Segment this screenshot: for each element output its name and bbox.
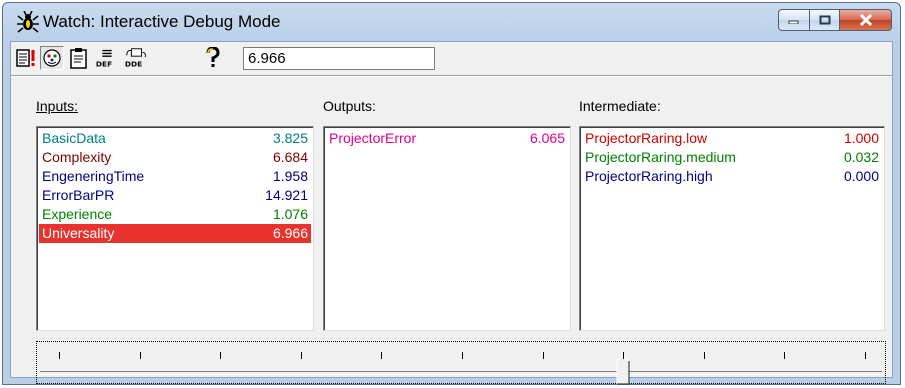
variable-value: 0.000	[843, 168, 879, 184]
variable-value: 0.032	[843, 149, 879, 165]
variable-value: 6.966	[272, 225, 308, 241]
variable-name: Complexity	[42, 149, 112, 165]
outputs-list[interactable]: ProjectorError 6.065	[323, 126, 571, 331]
maximize-button[interactable]	[810, 9, 840, 31]
list-item[interactable]: EngeneringTime 1.958	[39, 167, 311, 186]
intermediate-label: Intermediate:	[579, 98, 661, 114]
face-button[interactable]	[40, 46, 64, 70]
help-icon	[206, 47, 220, 67]
variable-name: ProjectorRaring.medium	[585, 149, 736, 165]
watch-list-button[interactable]	[15, 46, 39, 70]
clipboard-icon	[70, 48, 87, 69]
slider-tick	[784, 352, 786, 359]
list-item[interactable]: Universality 6.966	[39, 224, 311, 243]
slider-tick	[59, 352, 60, 359]
variable-value: 1.958	[272, 168, 308, 184]
variable-value: 1.000	[843, 130, 879, 146]
variable-name: BasicData	[42, 130, 106, 146]
slider-tick	[703, 352, 705, 359]
client-area: DEF DDE 6.966 Inputs: Outputs: Intermedi…	[10, 41, 893, 385]
list-item[interactable]: ProjectorRaring.medium 0.032	[582, 148, 882, 167]
list-item[interactable]: Experience 1.076	[39, 205, 311, 224]
dde-button[interactable]: DDE	[124, 46, 148, 70]
variable-name: EngeneringTime	[42, 168, 145, 184]
help-button[interactable]	[201, 46, 225, 70]
variable-name: ProjectorRaring.low	[585, 130, 708, 146]
variable-value: 14.921	[265, 187, 308, 203]
slider-tick	[542, 352, 544, 359]
window-title: Watch: Interactive Debug Mode	[43, 12, 281, 31]
slider-thumb[interactable]	[616, 355, 630, 385]
variable-name: ErrorBarPR	[42, 187, 115, 203]
variable-name: Experience	[42, 206, 113, 222]
list-item[interactable]: ProjectorRaring.low 1.000	[582, 129, 882, 148]
title-bar[interactable]: Watch: Interactive Debug Mode	[3, 3, 900, 41]
list-item[interactable]: ProjectorError 6.065	[326, 129, 568, 148]
close-button[interactable]	[840, 9, 892, 31]
dde-icon: DDE	[125, 48, 146, 68]
variable-value: 1.076	[272, 206, 308, 222]
variable-value: 6.684	[272, 149, 308, 165]
variable-name: Universality	[42, 225, 115, 241]
slider-tick	[865, 352, 866, 359]
list-item[interactable]: Complexity 6.684	[39, 148, 311, 167]
slider-tick	[300, 352, 302, 359]
dde-text: DDE	[125, 59, 142, 68]
slider-track	[40, 371, 882, 375]
slider-tick	[139, 352, 141, 359]
slider-tick	[381, 352, 383, 359]
toolbar: DEF DDE 6.966	[11, 42, 892, 72]
list-item[interactable]: BasicData 3.825	[39, 129, 311, 148]
outputs-label: Outputs:	[323, 98, 376, 114]
variable-value: 6.065	[529, 130, 565, 146]
def-icon: DEF	[96, 49, 112, 68]
slider-tick	[623, 352, 625, 359]
clipboard-button[interactable]	[67, 46, 91, 70]
watch-list-icon	[16, 49, 35, 67]
close-icon	[859, 14, 872, 26]
def-text: DEF	[96, 59, 112, 68]
def-button[interactable]: DEF	[95, 46, 119, 70]
bug-icon	[17, 11, 39, 33]
intermediate-list[interactable]: ProjectorRaring.low 1.000 ProjectorRaring.…	[579, 126, 885, 331]
variable-value: 3.825	[272, 130, 308, 146]
minimize-button[interactable]	[778, 9, 810, 31]
slider-tick	[220, 352, 222, 359]
list-item[interactable]: ProjectorRaring.high 0.000	[582, 167, 882, 186]
face-icon	[43, 49, 61, 67]
inputs-label-text: Inputs:	[36, 98, 79, 114]
list-item[interactable]: ErrorBarPR 14.921	[39, 186, 311, 205]
toolbar-separator	[11, 75, 892, 77]
maximize-icon	[819, 15, 830, 25]
inputs-list[interactable]: BasicData 3.825 Complexity 6.684 EngeneringT…	[36, 126, 314, 331]
inputs-label: Inputs:	[36, 98, 78, 114]
variable-name: ProjectorRaring.high	[585, 168, 713, 184]
minimize-icon	[788, 20, 799, 24]
slider-tick	[462, 352, 463, 359]
variable-name: ProjectorError	[329, 130, 417, 146]
value-input[interactable]: 6.966	[243, 47, 435, 70]
value-slider[interactable]	[36, 341, 886, 385]
debug-watch-window: Watch: Interactive Debug Mode DEF DDE 6.…	[2, 2, 901, 385]
